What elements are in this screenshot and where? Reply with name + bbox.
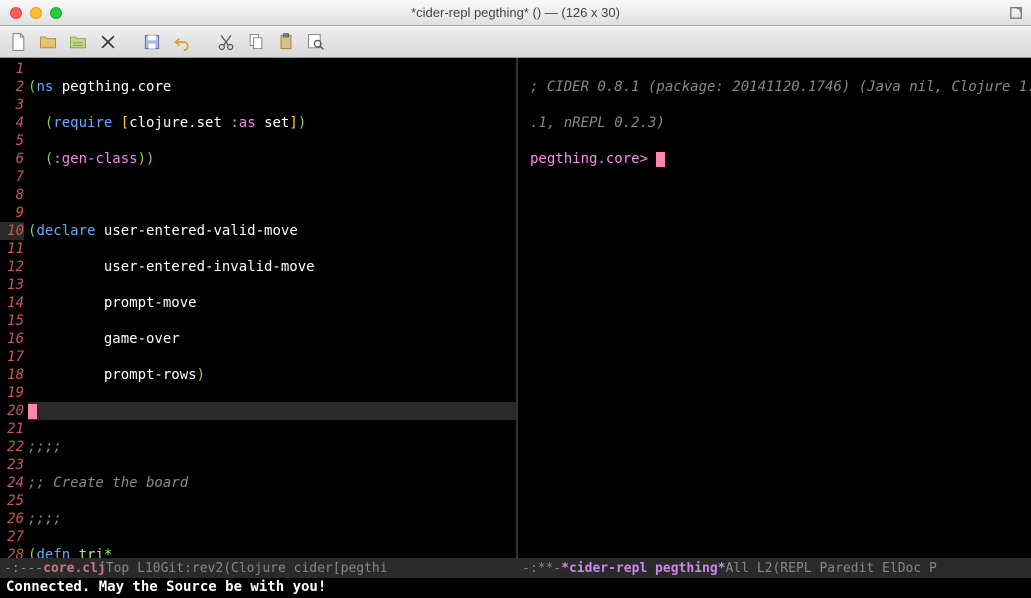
repl-prompt: pegthing.core> (530, 151, 656, 167)
gutter-line: 8 (0, 186, 24, 204)
gutter-line: 20 (0, 402, 24, 420)
left-modeline[interactable]: -:--- core.clj Top L10 Git:rev2 (Clojure… (0, 558, 518, 578)
gutter-line: 12 (0, 258, 24, 276)
right-gutter: . . (518, 58, 530, 558)
undo-button[interactable] (170, 30, 194, 54)
editor-area: 1 2 3 4 5 6 7 8 9 10 11 12 13 14 15 16 1… (0, 58, 1031, 558)
window-title: *cider-repl pegthing* () — (126 x 30) (411, 5, 620, 20)
traffic-lights (0, 7, 62, 19)
buffer-name: core.clj (43, 561, 106, 576)
right-code[interactable]: . . ; CIDER 0.8.1 (package: 20141120.174… (518, 58, 1031, 558)
gutter-line: 24 (0, 474, 24, 492)
buffer-name: *cider-repl pegthing* (561, 561, 725, 576)
titlebar: *cider-repl pegthing* () — (126 x 30) (0, 0, 1031, 26)
gutter-line: 28 (0, 546, 24, 558)
maximize-icon[interactable] (1009, 6, 1023, 20)
kill-buffer-button[interactable] (96, 30, 120, 54)
gutter-line: 22 (0, 438, 24, 456)
zoom-window-button[interactable] (50, 7, 62, 19)
copy-button[interactable] (244, 30, 268, 54)
gutter-line: 5 (0, 132, 24, 150)
cut-button[interactable] (214, 30, 238, 54)
gutter-line: 21 (0, 420, 24, 438)
gutter-line: 9 (0, 204, 24, 222)
left-code[interactable]: 1 2 3 4 5 6 7 8 9 10 11 12 13 14 15 16 1… (0, 58, 516, 558)
gutter-line: 6 (0, 150, 24, 168)
right-modeline[interactable]: -:**- *cider-repl pegthing* All L2 (REPL… (518, 558, 1031, 578)
gutter-line: 11 (0, 240, 24, 258)
paste-button[interactable] (274, 30, 298, 54)
gutter-line: 15 (0, 312, 24, 330)
cursor-icon (28, 404, 37, 419)
gutter-line: 26 (0, 510, 24, 528)
gutter-line: 16 (0, 330, 24, 348)
modeline-status: -:--- (4, 561, 43, 576)
left-code-body[interactable]: (ns pegthing.core (require [clojure.set … (28, 58, 516, 558)
gutter-line: 18 (0, 366, 24, 384)
gutter-line: 2 (0, 78, 24, 96)
repl-body[interactable]: ; CIDER 0.8.1 (package: 20141120.1746) (… (530, 58, 1031, 558)
toolbar (0, 26, 1031, 58)
modeline-status: -:**- (522, 561, 561, 576)
mode-indicator: (Clojure cider[pegthi (223, 561, 387, 576)
modelines: -:--- core.clj Top L10 Git:rev2 (Clojure… (0, 558, 1031, 578)
mode-indicator: (REPL Paredit ElDoc P (772, 561, 936, 576)
position-indicator: Top L10 (106, 561, 161, 576)
gutter-line: 1 (0, 60, 24, 78)
repl-banner: ; CIDER 0.8.1 (package: 20141120.1746) (… (530, 79, 1031, 95)
save-button[interactable] (140, 30, 164, 54)
cursor-icon (656, 152, 665, 167)
repl-banner: .1, nREPL 0.2.3) (530, 115, 665, 131)
search-button[interactable] (304, 30, 328, 54)
gutter-line: 14 (0, 294, 24, 312)
close-window-button[interactable] (10, 7, 22, 19)
cursor-line (28, 402, 516, 420)
left-pane: 1 2 3 4 5 6 7 8 9 10 11 12 13 14 15 16 1… (0, 58, 518, 558)
minimize-window-button[interactable] (30, 7, 42, 19)
gutter-line: 10 (0, 222, 24, 240)
gutter-line: 17 (0, 348, 24, 366)
gutter-line: 19 (0, 384, 24, 402)
gutter-line: 23 (0, 456, 24, 474)
gutter-line: 7 (0, 168, 24, 186)
gutter-line: 27 (0, 528, 24, 546)
new-file-button[interactable] (6, 30, 30, 54)
left-gutter: 1 2 3 4 5 6 7 8 9 10 11 12 13 14 15 16 1… (0, 58, 28, 558)
gutter-line: 25 (0, 492, 24, 510)
position-indicator: All L2 (726, 561, 773, 576)
right-pane: . . ; CIDER 0.8.1 (package: 20141120.174… (518, 58, 1031, 558)
gutter-line: 13 (0, 276, 24, 294)
gutter-line: 3 (0, 96, 24, 114)
gutter-line: 4 (0, 114, 24, 132)
open-file-button[interactable] (36, 30, 60, 54)
minibuffer[interactable]: Connected. May the Source be with you! (0, 578, 1031, 598)
vc-indicator: Git:rev2 (161, 561, 224, 576)
dired-button[interactable] (66, 30, 90, 54)
